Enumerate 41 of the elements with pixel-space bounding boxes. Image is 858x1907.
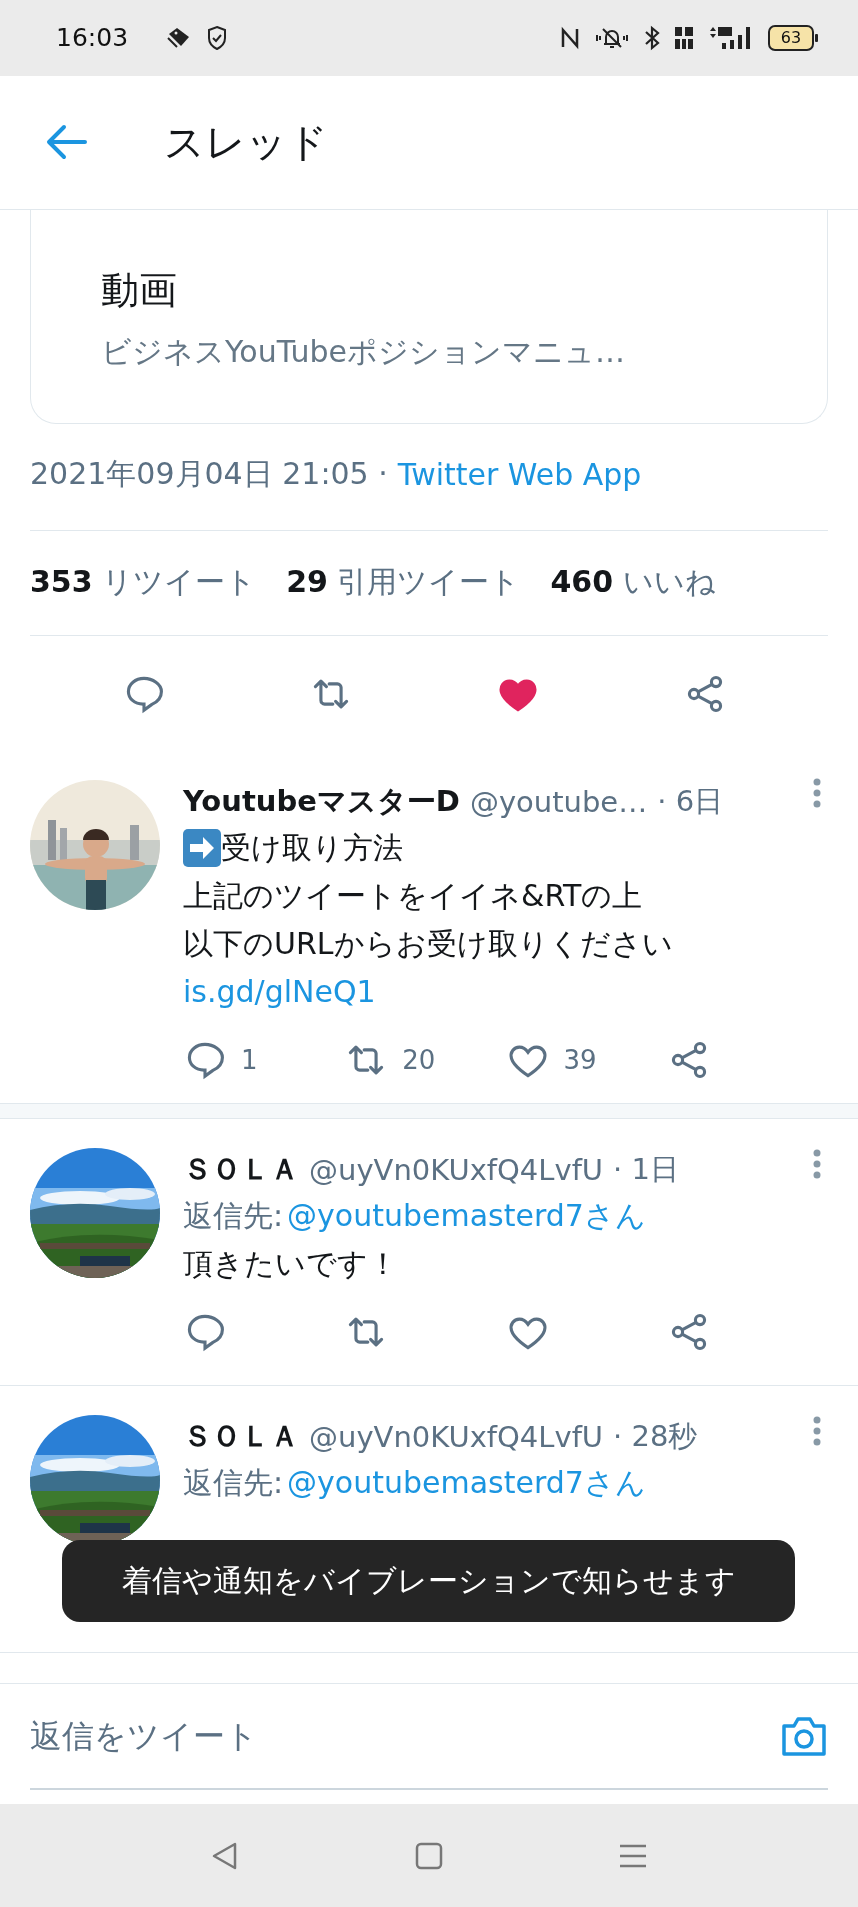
signal-icon [708,24,752,51]
back-arrow-icon[interactable] [46,124,88,161]
stat-count[interactable]: 29 引用ツイート [286,562,521,604]
reply-input-field[interactable]: 返信をツイート [30,1717,780,1756]
link-card[interactable]: 動画 ビジネスYouTubeポジションマニュ… [30,209,828,424]
tweet-time: · 28秒 [613,1418,698,1456]
bluetooth-icon [644,24,660,51]
toast-message: 着信や通知をバイブレーションで知らせます [62,1540,795,1622]
card-title: 動画 [101,266,177,314]
tweet-text: 頂きたいです！ [183,1244,398,1283]
tweet-time: · 6日 [657,782,724,820]
clock-time: 16:03 [56,23,129,53]
more-options-icon[interactable] [812,1148,822,1179]
user-name[interactable]: YoutubeマスターD [183,781,460,822]
tweet-text: 以下のURLからお受け取りください [183,924,673,963]
reply-to-label: 返信先: [183,1196,284,1235]
nfc-icon [560,25,580,50]
user-name[interactable]: ＳＯＬＡ [183,1417,299,1458]
shield-icon [206,24,229,51]
user-handle[interactable]: @uyVn0KUxfQ4LvfU [309,1152,604,1187]
stat-count[interactable]: 460 いいね [550,562,716,604]
card-description: ビジネスYouTubeポジションマニュ… [101,332,625,371]
tweet-date: 2021年09月04日 21:05 · [30,455,388,494]
tweet-time: · 1日 [613,1150,679,1188]
page-title: スレッド [164,117,328,167]
user-handle[interactable]: @youtube… [469,784,648,819]
more-options-icon[interactable] [812,1416,822,1447]
user-name[interactable]: ＳＯＬＡ [183,1149,299,1190]
stat-count[interactable]: 353 リツイート [30,562,257,604]
action-count: 1 [241,1044,258,1075]
menu-icon[interactable] [618,1842,648,1869]
tweet-text: 上記のツイートをイイネ&RTの上 [183,876,643,915]
tweet-text: 受け取り方法 [221,828,403,867]
user-handle[interactable]: @uyVn0KUxfQ4LvfU [309,1420,604,1455]
reply-to-label: 返信先: [183,1464,284,1503]
more-options-icon[interactable] [812,777,822,808]
camera-icon[interactable] [780,1714,828,1759]
action-count: 39 [563,1044,597,1075]
muted-bell-icon [594,25,630,50]
action-count: 20 [402,1044,436,1075]
home-icon[interactable] [415,1841,443,1870]
